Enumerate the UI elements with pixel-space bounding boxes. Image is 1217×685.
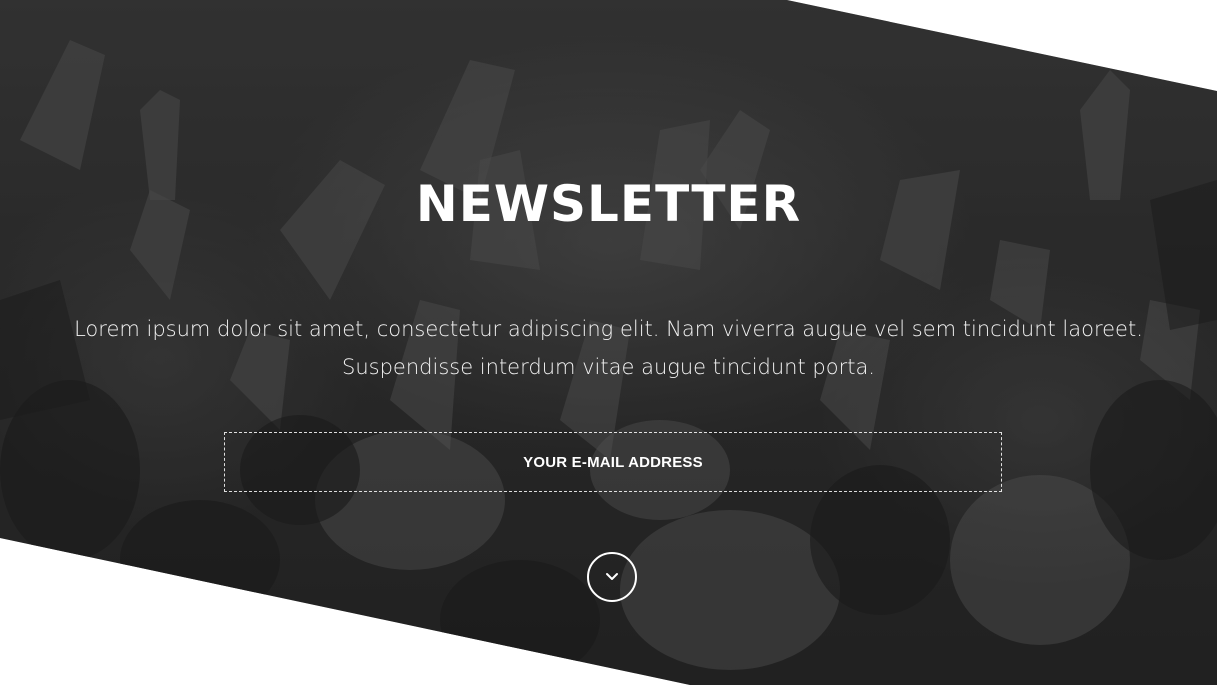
email-field-wrapper[interactable] — [224, 432, 1002, 492]
email-input[interactable] — [225, 432, 1001, 492]
chevron-down-icon — [606, 573, 618, 580]
newsletter-section: NEWSLETTER Lorem ipsum dolor sit amet, c… — [0, 0, 1217, 685]
newsletter-description: Lorem ipsum dolor sit amet, consectetur … — [74, 317, 1143, 379]
newsletter-title: NEWSLETTER — [415, 175, 802, 233]
scroll-down-button[interactable] — [587, 552, 637, 602]
newsletter-content: NEWSLETTER Lorem ipsum dolor sit amet, c… — [0, 0, 1217, 685]
